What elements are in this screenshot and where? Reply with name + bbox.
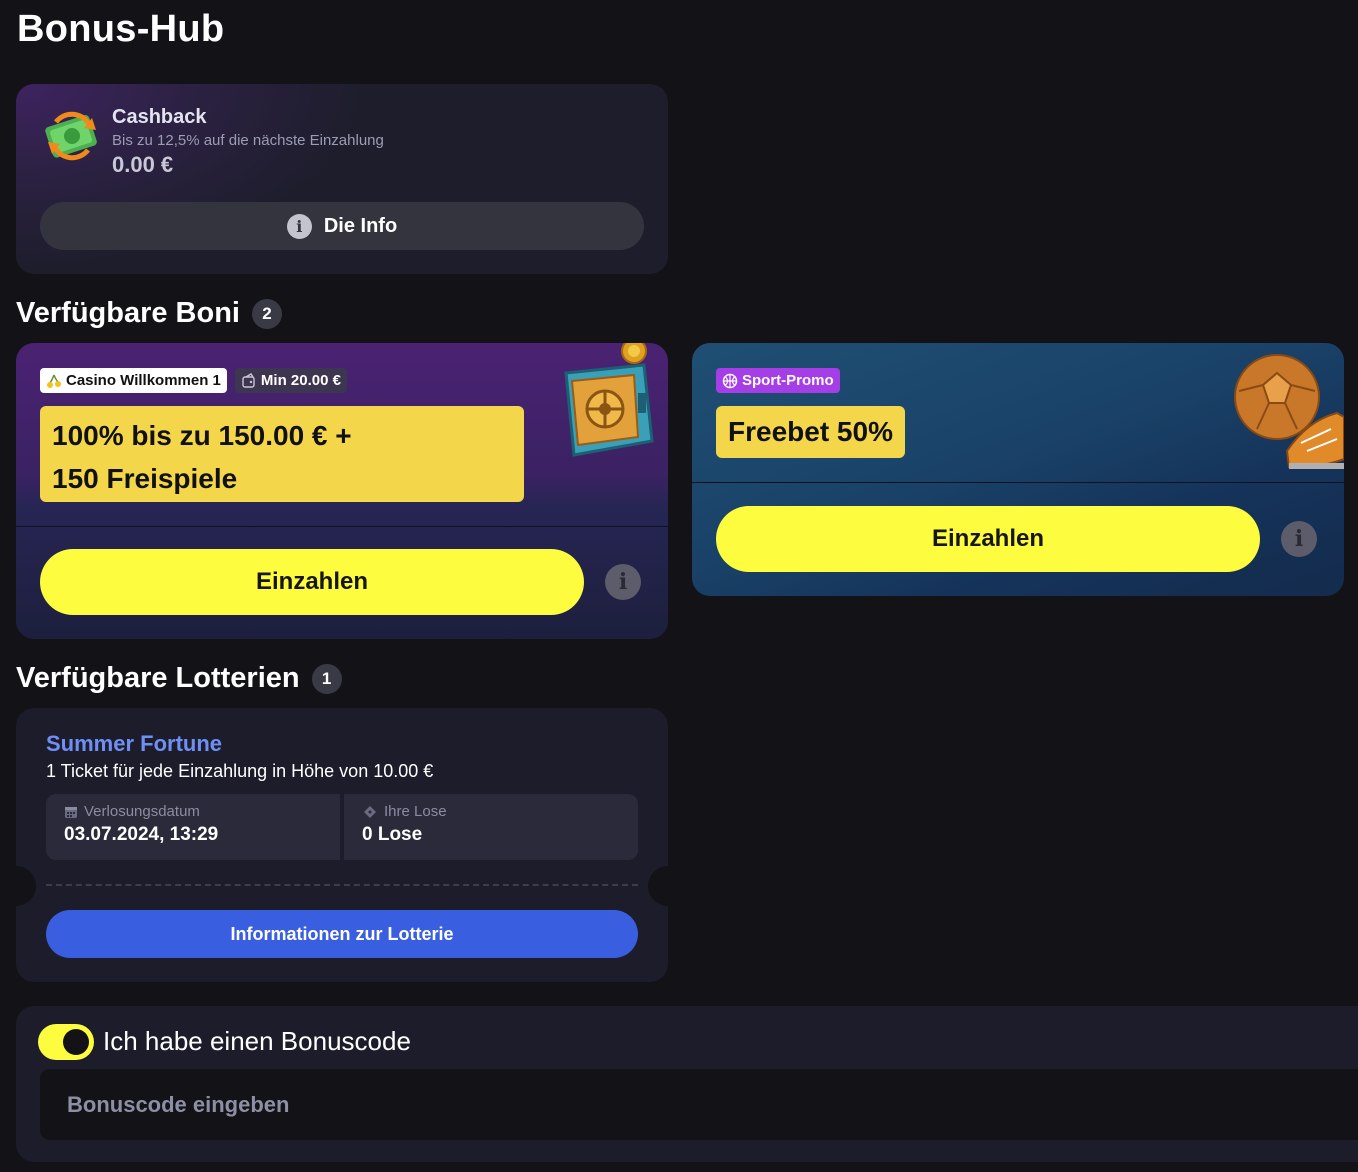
cashback-info-label: Die Info	[323, 214, 398, 237]
tickets-value: 0 Lose	[362, 824, 423, 845]
lottery-title: Summer Fortune	[46, 731, 223, 756]
ticket-notch-left	[0, 866, 36, 906]
tickets-label: Ihre Lose	[384, 803, 447, 820]
cherry-icon	[47, 374, 61, 388]
sport-bonus-headline: Freebet 50%	[716, 406, 905, 458]
tickets-label-row: Ihre Lose	[362, 803, 638, 820]
draw-date-label-row: Verlosungsdatum	[64, 803, 340, 820]
football-boot-icon	[1234, 354, 1344, 469]
safe-icon	[564, 343, 654, 457]
basketball-icon	[722, 373, 738, 388]
sport-tag-label: Sport-Promo	[742, 372, 834, 389]
bonus-code-input[interactable]	[40, 1069, 1358, 1140]
sport-bonus-info-icon[interactable]: i	[1281, 521, 1317, 557]
available-bonuses-heading: Verfügbare Boni 2	[16, 297, 282, 330]
lottery-draw-date: Verlosungsdatum 03.07.2024, 13:29	[46, 794, 340, 860]
casino-bonus-headline: 100% bis zu 150.00 € + 150 Freispiele	[40, 406, 524, 502]
lottery-description: 1 Ticket für jede Einzahlung in Höhe von…	[46, 761, 434, 781]
lotteries-count: 1	[311, 663, 342, 694]
lottery-card: Summer Fortune 1 Ticket für jede Einzahl…	[0, 708, 688, 982]
cashback-info-button[interactable]: i Die Info	[40, 202, 644, 250]
casino-tag: Casino Willkommen 1	[40, 368, 227, 393]
ticket-perforation	[46, 884, 638, 886]
casino-card-divider	[16, 526, 668, 527]
sport-deposit-button[interactable]: Einzahlen	[716, 506, 1260, 572]
available-bonuses-count: 2	[252, 298, 282, 329]
cashback-title: Cashback	[112, 106, 207, 128]
cashback-card: Cashback Bis zu 12,5% auf die nächste Ei…	[16, 84, 668, 274]
ticket-notch-right	[648, 866, 688, 906]
casino-tag-row: Casino Willkommen 1 Min 20.00 €	[40, 368, 347, 393]
cashback-subtitle: Bis zu 12,5% auf die nächste Einzahlung	[112, 132, 384, 149]
casino-headline-line1: 100% bis zu 150.00 € +	[52, 420, 352, 451]
calendar-icon	[65, 806, 77, 818]
cash-refresh-icon	[45, 111, 97, 161]
lottery-info-button[interactable]: Informationen zur Lotterie	[46, 910, 638, 958]
lotteries-heading: Verfügbare Lotterien 1	[16, 662, 342, 695]
ticket-icon	[364, 805, 376, 818]
casino-tag-label: Casino Willkommen 1	[66, 372, 221, 389]
cashback-amount: 0.00 €	[112, 152, 174, 177]
sport-bonus-card: Sport-Promo Freebet 50% Einzahlen i	[692, 343, 1344, 596]
casino-bonus-card: Casino Willkommen 1 Min 20.00 € 100% bis…	[16, 343, 668, 639]
bonus-code-toggle-label: Ich habe einen Bonuscode	[103, 1026, 411, 1056]
wallet-icon	[242, 372, 255, 388]
page-title: Bonus-Hub	[17, 8, 225, 50]
toggle-knob	[63, 1029, 89, 1055]
min-deposit-label: Min 20.00 €	[260, 372, 341, 389]
lottery-tickets: Ihre Lose 0 Lose	[340, 794, 638, 860]
draw-date-value: 03.07.2024, 13:29	[64, 824, 219, 845]
casino-bonus-info-icon[interactable]: i	[605, 564, 641, 600]
sport-tag-row: Sport-Promo	[716, 368, 840, 393]
lotteries-title: Verfügbare Lotterien	[16, 662, 300, 694]
sport-tag: Sport-Promo	[716, 368, 840, 393]
bonus-code-card: Ich habe einen Bonuscode	[16, 1006, 1358, 1162]
casino-headline-line2: 150 Freispiele	[52, 463, 238, 494]
info-icon: i	[286, 213, 312, 239]
draw-date-label: Verlosungsdatum	[84, 803, 200, 820]
lottery-info-box: Verlosungsdatum 03.07.2024, 13:29 Ihre L…	[46, 794, 638, 860]
casino-deposit-button[interactable]: Einzahlen	[40, 549, 584, 615]
available-bonuses-title: Verfügbare Boni	[16, 297, 240, 329]
min-deposit-tag: Min 20.00 €	[234, 368, 347, 393]
sport-card-divider	[692, 482, 1344, 483]
bonus-code-toggle[interactable]	[38, 1024, 94, 1060]
